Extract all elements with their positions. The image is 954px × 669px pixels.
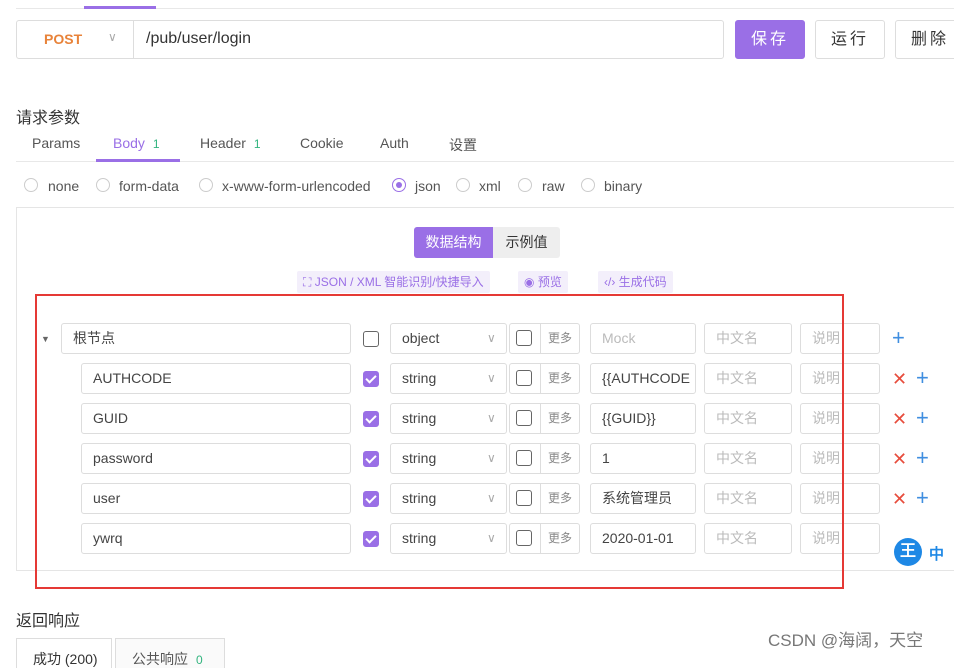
tab-settings[interactable]: 设置: [449, 135, 477, 155]
add-icon[interactable]: +: [892, 327, 905, 349]
toggle-example[interactable]: 示例值: [493, 227, 560, 258]
import-icon: ⛶: [303, 275, 315, 289]
tab-cookie[interactable]: Cookie: [300, 135, 344, 151]
eye-icon: ◉: [524, 275, 538, 289]
import-button[interactable]: ⛶ JSON / XML 智能识别/快捷导入: [297, 271, 490, 293]
tab-auth[interactable]: Auth: [380, 135, 409, 151]
ime-logo-icon[interactable]: 王: [894, 538, 922, 566]
section-title-response: 返回响应: [16, 613, 81, 630]
chevron-down-icon: ∨: [108, 30, 117, 44]
radio-label-urlencoded: x-www-form-urlencoded: [222, 178, 371, 194]
add-icon[interactable]: +: [916, 367, 929, 389]
generate-code-button[interactable]: ‹/› 生成代码: [598, 271, 673, 293]
radio-none[interactable]: [24, 178, 38, 192]
delete-button[interactable]: 删除: [895, 20, 954, 59]
tab-body[interactable]: Body 1: [113, 135, 160, 151]
radio-raw[interactable]: [518, 178, 532, 192]
run-button[interactable]: 运行: [815, 20, 885, 59]
top-divider: [16, 8, 954, 9]
toggle-structure[interactable]: 数据结构: [414, 227, 493, 258]
delete-icon[interactable]: ✕: [892, 450, 907, 468]
radio-label-xml: xml: [479, 178, 501, 194]
tab-count: 1: [253, 137, 261, 151]
save-button[interactable]: 保存: [735, 20, 805, 59]
preview-button[interactable]: ◉ 预览: [518, 271, 568, 293]
tab-params[interactable]: Params: [32, 135, 80, 151]
ime-mode[interactable]: 中: [929, 543, 944, 564]
url-input[interactable]: /pub/user/login: [146, 30, 251, 48]
add-icon[interactable]: +: [916, 407, 929, 429]
add-icon[interactable]: +: [916, 447, 929, 469]
highlight-box: [35, 294, 844, 589]
tab-count: 1: [152, 137, 160, 151]
delete-icon[interactable]: ✕: [892, 370, 907, 388]
radio-urlencoded[interactable]: [199, 178, 213, 192]
tab-count: 0: [196, 653, 203, 667]
radio-label-json: json: [415, 178, 441, 194]
radio-form-data[interactable]: [96, 178, 110, 192]
tab-indicator: [96, 159, 180, 162]
radio-xml[interactable]: [456, 178, 470, 192]
radio-binary[interactable]: [581, 178, 595, 192]
radio-json[interactable]: [392, 178, 406, 192]
radio-label-binary: binary: [604, 178, 643, 194]
active-tab-indicator: [84, 6, 156, 9]
radio-label-raw: raw: [542, 178, 565, 194]
add-icon[interactable]: +: [916, 487, 929, 509]
tab-response-success[interactable]: 成功 (200): [16, 638, 112, 668]
delete-icon[interactable]: ✕: [892, 490, 907, 508]
method-label: POST: [44, 31, 83, 47]
radio-label-none: none: [48, 178, 80, 194]
tab-header[interactable]: Header 1: [200, 135, 261, 151]
tab-response-common[interactable]: 公共响应 0: [115, 638, 225, 668]
delete-icon[interactable]: ✕: [892, 410, 907, 428]
code-icon: ‹/›: [604, 275, 619, 289]
radio-label-form-data: form-data: [119, 178, 179, 194]
watermark: CSDN @海阔，天空: [768, 631, 924, 650]
section-title-params: 请求参数: [16, 110, 81, 127]
